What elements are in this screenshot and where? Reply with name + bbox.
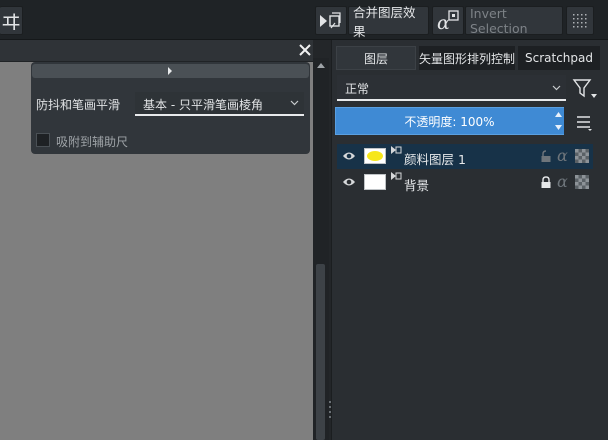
slider-arrow-icon	[168, 67, 172, 75]
unlocked-icon[interactable]	[540, 150, 552, 163]
snap-assistant-label: 吸附到辅助尺	[56, 135, 129, 149]
tab-layers-label: 图层	[363, 51, 388, 66]
layer-type-icon	[391, 146, 402, 154]
layer-name: 背景	[404, 178, 430, 193]
svg-text:α: α	[437, 12, 450, 33]
layer-thumbnail	[364, 174, 386, 190]
toolbar-overflow-grip[interactable]	[566, 6, 594, 35]
tab-scratchpad-label: Scratchpad	[525, 51, 593, 65]
opacity-label: 不透明度: 100%	[404, 114, 495, 129]
filter-funnel-icon	[572, 79, 597, 98]
close-tool-options-button[interactable]	[297, 42, 313, 58]
smoothing-dropdown-value: 基本 - 只平滑笔画棱角	[143, 98, 263, 112]
layer-row[interactable]: 背景 α	[337, 170, 593, 195]
alpha-selection-icon-button[interactable]: α	[432, 6, 464, 35]
invert-selection-button[interactable]: Invert Selection	[465, 5, 563, 36]
spin-down-icon[interactable]	[555, 125, 562, 130]
blend-mode-dropdown[interactable]: 正常	[337, 75, 566, 101]
spin-up-icon[interactable]	[555, 112, 562, 117]
hamburger-menu-icon	[577, 116, 592, 131]
partial-toolbar-button[interactable]: ヰ	[0, 6, 23, 35]
eye-visibility-icon[interactable]	[342, 176, 356, 188]
merge-layer-effects-icon-button[interactable]	[315, 6, 347, 35]
yellow-paint-blob-icon	[367, 151, 383, 161]
smoothing-label: 防抖和笔画平滑	[36, 98, 121, 112]
tab-layers[interactable]: 图层	[336, 46, 416, 70]
scroll-up-arrow-icon[interactable]	[317, 62, 325, 68]
merge-layer-effects-label: 合并图层效果	[353, 4, 416, 39]
partial-toolbar-glyph: ヰ	[1, 10, 21, 34]
scrollbar-thumb[interactable]	[316, 264, 325, 440]
layer-options-menu-button[interactable]	[575, 113, 593, 131]
merge-layer-effects-button[interactable]: 合并图层效果	[348, 5, 429, 39]
layer-name: 颜料图层 1	[404, 152, 466, 167]
tool-options-slider[interactable]	[32, 64, 309, 78]
invert-selection-label: Invert Selection	[470, 5, 528, 36]
opacity-spin-buttons[interactable]	[553, 108, 564, 134]
layer-type-icon	[391, 172, 402, 180]
tab-vector-arrange[interactable]: 矢量图形排列控制	[419, 46, 515, 70]
vertical-scrollbar[interactable]	[313, 58, 329, 440]
tab-scratchpad[interactable]: Scratchpad	[518, 46, 600, 70]
layer-thumbnail	[364, 148, 386, 164]
top-toolbar: ヰ 合并图层效果 α Invert Selection	[0, 0, 608, 40]
dotted-grip-icon	[573, 13, 587, 27]
layer-filter-button[interactable]	[571, 78, 599, 100]
alpha-lock-icon[interactable]: α	[557, 172, 568, 191]
merge-layer-effects-icon	[320, 11, 341, 28]
smoothing-dropdown[interactable]: 基本 - 只平滑笔画棱角	[135, 92, 304, 116]
eye-visibility-icon[interactable]	[342, 150, 356, 162]
close-icon	[299, 44, 311, 56]
tool-options-titlebar	[0, 40, 313, 62]
alpha-selection-icon: α	[437, 9, 459, 33]
chevron-down-icon	[552, 85, 561, 91]
inherit-alpha-checker-icon[interactable]	[575, 149, 589, 163]
inherit-alpha-checker-icon[interactable]	[575, 175, 589, 189]
app-window: ヰ 合并图层效果 α Invert Selection 防抖和笔画平滑 基本 -…	[0, 0, 608, 440]
opacity-slider[interactable]: 不透明度: 100%	[335, 107, 564, 135]
blend-mode-value: 正常	[345, 82, 370, 96]
chevron-down-icon	[290, 100, 299, 106]
alpha-lock-icon[interactable]: α	[557, 146, 568, 165]
layer-row[interactable]: 颜料图层 1 α	[337, 144, 593, 169]
lock-icon[interactable]	[540, 176, 552, 189]
tab-vector-arrange-label: 矢量图形排列控制	[419, 51, 516, 66]
snap-assistant-checkbox[interactable]	[36, 133, 50, 147]
